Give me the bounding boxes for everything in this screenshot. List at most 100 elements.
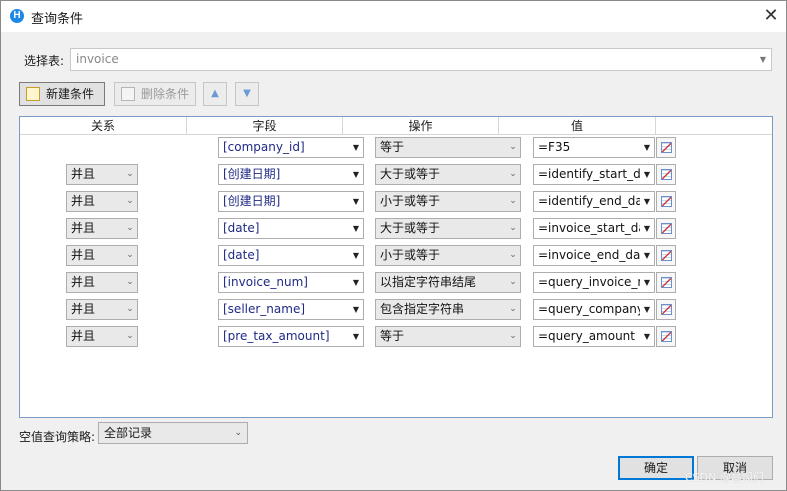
expression-builder-button[interactable] [656,272,676,293]
arrow-down-icon: ▼ [243,88,251,99]
expression-builder-button[interactable] [656,137,676,158]
operation-value: 以指定字符串结尾 [380,275,477,289]
field-select[interactable]: [创建日期] ▼ [218,191,364,212]
value-select[interactable]: =query_invoice_num ▼ [533,272,655,293]
move-down-button[interactable]: ▼ [235,82,259,106]
field-select[interactable]: [seller_name] ▼ [218,299,364,320]
table-select-dropdown[interactable]: invoice ▼ [70,48,772,71]
value-select[interactable]: =identify_start_date ▼ [533,164,655,185]
value-text: =query_amount [538,329,635,343]
value-select[interactable]: =identify_end_date ▼ [533,191,655,212]
dialog-title: 查询条件 [31,12,84,27]
title-bar: H 查询条件 ✕ [1,1,786,32]
chevron-down-icon: ⌄ [126,277,134,287]
null-policy-value: 全部记录 [104,426,153,440]
value-select[interactable]: =invoice_end_date ▼ [533,245,655,266]
relation-value: 并且 [71,221,96,235]
operation-select[interactable]: 大于或等于 ⌄ [375,218,521,239]
field-value: [date] [223,221,260,235]
move-up-button[interactable]: ▲ [203,82,227,106]
field-select[interactable]: [pre_tax_amount] ▼ [218,326,364,347]
chevron-down-icon: ⌄ [509,142,517,152]
chevron-down-icon: ⌄ [234,428,242,438]
expression-builder-button[interactable] [656,326,676,347]
relation-select[interactable]: 并且 ⌄ [66,191,138,212]
chevron-down-icon: ⌄ [509,250,517,260]
query-conditions-dialog: H 查询条件 ✕ 选择表: invoice ▼ 新建条件 删除条件 ▲ ▼ 关系… [0,0,787,491]
relation-value: 并且 [71,275,96,289]
relation-select[interactable]: 并且 ⌄ [66,272,138,293]
chevron-down-icon: ▼ [349,138,363,157]
table-select-label: 选择表: [24,54,65,68]
operation-select[interactable]: 小于或等于 ⌄ [375,245,521,266]
operation-select[interactable]: 等于 ⌄ [375,326,521,347]
field-value: [date] [223,248,260,262]
relation-value: 并且 [71,167,96,181]
ok-button[interactable]: 确定 [618,456,694,480]
field-select[interactable]: [date] ▼ [218,245,364,266]
field-value: [创建日期] [223,167,281,181]
new-condition-button[interactable]: 新建条件 [19,82,105,106]
chevron-down-icon: ▼ [349,165,363,184]
operation-select[interactable]: 包含指定字符串 ⌄ [375,299,521,320]
value-select[interactable]: =query_amount ▼ [533,326,655,347]
operation-select[interactable]: 小于或等于 ⌄ [375,191,521,212]
delete-condition-button[interactable]: 删除条件 [114,82,196,106]
relation-value: 并且 [71,248,96,262]
operation-select[interactable]: 大于或等于 ⌄ [375,164,521,185]
chevron-down-icon: ▼ [640,273,654,292]
relation-select[interactable]: 并且 ⌄ [66,299,138,320]
field-select[interactable]: [invoice_num] ▼ [218,272,364,293]
chevron-down-icon: ▼ [349,327,363,346]
field-value: [seller_name] [223,302,306,316]
value-text: =invoice_end_date [538,248,653,262]
field-value: [invoice_num] [223,275,308,289]
expression-builder-button[interactable] [656,164,676,185]
relation-select[interactable]: 并且 ⌄ [66,218,138,239]
chevron-down-icon: ▼ [640,138,654,157]
relation-select[interactable]: 并且 ⌄ [66,164,138,185]
chevron-down-icon: ⌄ [126,331,134,341]
watermark: CSDN @昌焖们 [685,471,764,484]
expression-builder-button[interactable] [656,191,676,212]
chevron-down-icon: ⌄ [126,250,134,260]
value-select[interactable]: =query_company ▼ [533,299,655,320]
operation-select[interactable]: 等于 ⌄ [375,137,521,158]
chevron-down-icon: ⌄ [509,169,517,179]
expression-builder-button[interactable] [656,218,676,239]
relation-select[interactable]: 并且 ⌄ [66,326,138,347]
header-relation: 关系 [20,117,187,135]
null-policy-label: 空值查询策略: [19,430,96,444]
field-value: [创建日期] [223,194,281,208]
field-select[interactable]: [date] ▼ [218,218,364,239]
value-select[interactable]: =invoice_start_date ▼ [533,218,655,239]
value-text: =query_invoice_num [538,275,655,289]
operation-value: 包含指定字符串 [380,302,465,316]
field-select[interactable]: [company_id] ▼ [218,137,364,158]
close-button[interactable]: ✕ [759,5,783,29]
expression-builder-button[interactable] [656,299,676,320]
operation-value: 等于 [380,329,405,343]
chevron-down-icon: ⌄ [126,169,134,179]
expression-editor-icon [661,169,672,180]
chevron-down-icon: ▼ [640,300,654,319]
chevron-down-icon: ▼ [640,327,654,346]
value-select[interactable]: =F35 ▼ [533,137,655,158]
null-policy-dropdown[interactable]: 全部记录 ⌄ [98,422,248,444]
app-logo-icon: H [10,9,24,23]
expression-editor-icon [661,277,672,288]
arrow-up-icon: ▲ [211,88,219,99]
value-text: =F35 [538,140,571,154]
operation-select[interactable]: 以指定字符串结尾 ⌄ [375,272,521,293]
delete-condition-label: 删除条件 [141,87,190,101]
new-condition-icon [26,87,40,101]
expression-builder-button[interactable] [656,245,676,266]
close-icon: ✕ [763,5,779,26]
chevron-down-icon: ▼ [349,192,363,211]
relation-select[interactable]: 并且 ⌄ [66,245,138,266]
field-select[interactable]: [创建日期] ▼ [218,164,364,185]
expression-editor-icon [661,196,672,207]
chevron-down-icon: ▼ [349,273,363,292]
new-condition-label: 新建条件 [46,87,95,101]
expression-editor-icon [661,250,672,261]
